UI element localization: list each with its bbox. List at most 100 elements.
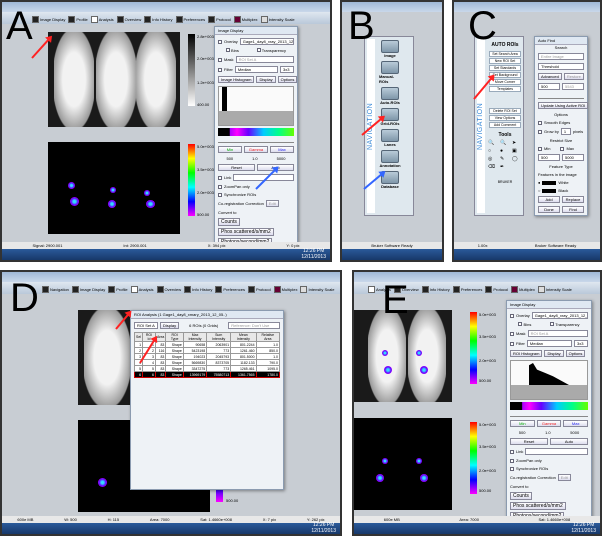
min-value[interactable]: 500 [226, 156, 233, 161]
overlay-checkbox[interactable] [510, 313, 514, 318]
gamma-select[interactable]: Gamma [244, 146, 268, 153]
ellipse-icon[interactable]: ◯ [512, 156, 522, 162]
counts-button[interactable]: Counts [218, 218, 240, 226]
column-header[interactable]: Mean Intensity [230, 332, 257, 342]
max-value[interactable]: 5000 [277, 156, 286, 161]
filled-circle-icon[interactable]: ● [500, 148, 510, 154]
eyedropper-icon[interactable]: ✒ [500, 164, 510, 170]
zoom-in-icon[interactable]: 🔍 [488, 140, 498, 146]
toolbar-preferences[interactable]: Preferences [175, 14, 205, 24]
roi-set-select[interactable]: ROI Set A [134, 322, 158, 329]
nav-lanes-button[interactable]: Lanes [379, 129, 401, 147]
gamma-value[interactable]: 1.0 [252, 156, 258, 161]
display-button[interactable]: Display [160, 322, 180, 329]
mask-checkbox[interactable] [510, 331, 514, 336]
grow-input[interactable]: 1 [560, 128, 571, 135]
zoompan-checkbox[interactable] [218, 184, 222, 189]
toolbar-protocol[interactable]: Protocol [485, 284, 508, 294]
reset-button[interactable]: Reset [510, 438, 548, 445]
column-header[interactable]: Sel [133, 332, 144, 342]
max-select[interactable]: Max [270, 146, 294, 153]
toolbar-info-history[interactable]: Info History [421, 284, 450, 294]
circle-icon[interactable]: ○ [488, 148, 498, 154]
nav-auto-rois-button[interactable]: Auto-ROIs [379, 87, 401, 105]
max-value[interactable]: 5000 [570, 430, 579, 435]
link-select[interactable] [525, 448, 588, 455]
min-checkbox[interactable] [538, 146, 542, 151]
filter-size-select[interactable]: 3x3 [574, 340, 588, 347]
options-button[interactable]: Options [277, 76, 298, 83]
photons-scattered-button[interactable]: Phos scattered/s/mm2 [218, 228, 274, 236]
reset-button[interactable]: Reset [218, 164, 255, 171]
set-search-area-button[interactable]: Set Search Area [489, 51, 521, 57]
toolbar-overview[interactable]: Overview [116, 14, 141, 24]
threshold-input[interactable]: 500 [538, 83, 560, 90]
gamma-select[interactable]: Gamma [536, 420, 562, 427]
find-button[interactable]: Find [562, 206, 584, 213]
replace-button[interactable]: Replace [562, 196, 584, 203]
zoom-out-icon[interactable]: 🔍 [500, 140, 510, 146]
mask-checkbox[interactable] [218, 57, 222, 62]
method-select[interactable]: Threshold [538, 63, 584, 70]
toolbar-info-history[interactable]: Info History [184, 284, 212, 294]
filter-checkbox[interactable] [510, 341, 514, 346]
auto-button[interactable]: Auto [550, 438, 588, 445]
toolbar-info-history[interactable]: Info History [144, 14, 173, 24]
min-value[interactable]: 500 [519, 430, 526, 435]
min-select[interactable]: Min [510, 420, 535, 427]
range-slider[interactable] [510, 413, 588, 417]
transparency-checkbox[interactable] [256, 48, 261, 52]
options-button[interactable]: Options [565, 350, 586, 357]
filter-select[interactable]: Median [234, 66, 278, 73]
black-radio[interactable]: ○ [538, 188, 540, 193]
max-select[interactable]: Max [563, 420, 589, 427]
eraser-icon[interactable]: ⌫ [488, 164, 498, 170]
delete-roi-set-button[interactable]: Delete ROI Set [489, 108, 521, 114]
transparency-checkbox[interactable] [550, 322, 555, 326]
toolbar-analysis[interactable]: Analysis [90, 14, 114, 24]
column-header[interactable]: Sum Intensity [206, 332, 232, 342]
toolbar-multiplex[interactable]: Multiplex [273, 284, 297, 294]
toolbar-multiplex[interactable]: Multiplex [233, 14, 258, 24]
pen-icon[interactable]: ✎ [500, 156, 510, 162]
grow-checkbox[interactable] [538, 129, 542, 134]
overlay-checkbox[interactable] [218, 39, 222, 44]
ring-icon[interactable]: ◎ [488, 156, 498, 162]
mask-select[interactable]: ROI Set A [527, 330, 588, 337]
toolbar-profile[interactable]: Profile [108, 284, 128, 294]
toolbar-profile[interactable]: Profile [68, 14, 88, 24]
filter-checkbox[interactable] [218, 67, 222, 72]
view-options-button[interactable]: View Options [489, 115, 521, 121]
restore-button[interactable]: Restore [563, 73, 584, 80]
max-checkbox[interactable] [560, 146, 565, 151]
zoompan-checkbox[interactable] [510, 458, 514, 463]
sync-rois-checkbox[interactable] [510, 466, 514, 471]
counts-button[interactable]: Counts [510, 492, 532, 500]
column-header[interactable]: Max Intensity [182, 332, 208, 342]
add-comment-button[interactable]: Add Comment [489, 122, 521, 128]
nav-manual-rois-button[interactable]: Manual-ROIs [379, 61, 401, 84]
table-row[interactable]: 6 6 83 Shape 13969179 75580713 1361.7565 1780.0 [133, 371, 281, 378]
column-header[interactable]: Relative Area [255, 332, 281, 342]
new-roi-set-button[interactable]: New ROI Set [489, 58, 521, 64]
reference-select[interactable]: Reference: Don't Use [228, 322, 280, 329]
range-slider[interactable] [218, 139, 294, 143]
min-select[interactable]: Min [218, 146, 242, 153]
toolbar-preferences[interactable]: Preferences [452, 284, 482, 294]
filter-size-select[interactable]: 3x3 [280, 66, 294, 73]
pointer-icon[interactable]: ➤ [512, 140, 522, 146]
min-size-input[interactable]: 500 [538, 154, 560, 161]
sync-rois-checkbox[interactable] [218, 192, 222, 197]
histogram-select[interactable]: Image Histogram [218, 76, 255, 83]
toolbar-image-display[interactable]: Image Display [71, 284, 105, 294]
search-select[interactable]: Entire Image [538, 53, 584, 60]
square-icon[interactable]: ▣ [512, 148, 522, 154]
link-checkbox[interactable] [218, 175, 222, 180]
smooth-edges-checkbox[interactable] [538, 120, 542, 125]
toolbar-preferences[interactable]: Preferences [215, 284, 245, 294]
white-radio[interactable]: ● [538, 180, 540, 185]
photons-scattered-button[interactable]: Phos scattered/s/mm2 [510, 502, 566, 510]
toolbar-overview[interactable]: Overview [156, 284, 181, 294]
toolbar-analysis[interactable]: Analysis [130, 284, 154, 294]
done-button[interactable]: Done [538, 206, 560, 213]
